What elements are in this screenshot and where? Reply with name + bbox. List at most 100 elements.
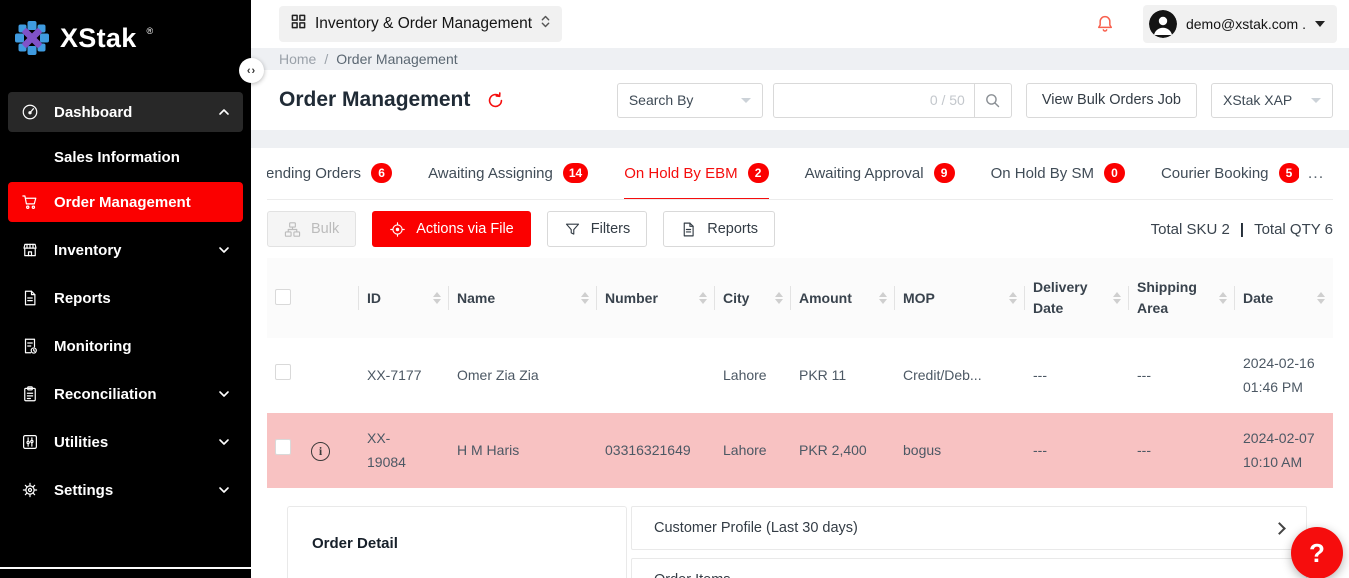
sidebar-item-sales-information[interactable]: Sales Information: [8, 140, 243, 174]
order-number: 03316321649: [597, 413, 715, 488]
order-row[interactable]: XX-7177 Omer Zia Zia Lahore PKR 11 Credi…: [267, 338, 1333, 413]
tab-count-badge: 14: [563, 163, 588, 183]
notification-bell-icon[interactable]: [1095, 13, 1115, 35]
detail-accordions: Customer Profile (Last 30 days) Order It…: [631, 506, 1307, 578]
chevron-down-icon: [218, 244, 230, 256]
select-all-checkbox[interactable]: [275, 289, 291, 305]
xap-select[interactable]: XStak XAP: [1211, 83, 1333, 118]
tab-label: Courier Booking: [1161, 165, 1269, 182]
sidebar-item-label: Monitoring: [54, 338, 131, 355]
user-menu[interactable]: demo@xstak.com .: [1143, 5, 1337, 43]
gear-icon: [21, 481, 39, 499]
order-amount: PKR 2,400: [791, 413, 895, 488]
breadcrumb-home[interactable]: Home: [279, 51, 316, 67]
sidebar-collapse-toggle[interactable]: ‹›: [239, 58, 264, 83]
column-header-delivery-date[interactable]: Delivery Date: [1025, 258, 1129, 338]
order-row-selected[interactable]: i XX-19084 H M Haris 03316321649 Lahore …: [267, 413, 1333, 488]
chevron-down-icon: [218, 484, 230, 496]
row-info-cell: [303, 338, 359, 413]
sidebar-item-reconciliation[interactable]: Reconciliation: [8, 374, 243, 414]
order-items-accordion[interactable]: Order Items: [631, 558, 1307, 578]
tab-on-hold-by-ebm[interactable]: On Hold By EBM 2: [624, 148, 768, 199]
order-amount: PKR 11: [791, 338, 895, 413]
column-header-city[interactable]: City: [715, 258, 791, 338]
total-qty: Total QTY 6: [1254, 221, 1333, 238]
tab-label: On Hold By EBM: [624, 165, 737, 182]
order-mop: Credit/Deb...: [895, 338, 1025, 413]
orders-table: ID Name Number City Amount MOP Delivery …: [267, 258, 1333, 488]
app-window: XStak ® Dashboard Sales Information: [0, 0, 1349, 578]
brand-name: XStak: [60, 20, 137, 56]
tab-count-badge: 9: [934, 163, 955, 183]
tab-on-hold-by-sm[interactable]: On Hold By SM 0: [991, 148, 1125, 199]
tab-courier-booking[interactable]: Courier Booking 5: [1161, 148, 1299, 199]
filters-label: Filters: [591, 221, 630, 237]
sidebar-item-label: Sales Information: [54, 149, 180, 166]
sidebar-item-settings[interactable]: Settings: [8, 470, 243, 510]
customer-profile-accordion[interactable]: Customer Profile (Last 30 days): [631, 506, 1307, 550]
order-search-input[interactable]: [783, 92, 930, 108]
order-id: XX-19084: [367, 427, 425, 473]
tab-label: Pending Orders: [267, 165, 361, 182]
sort-icon: [1009, 292, 1017, 304]
sidebar-item-label: Dashboard: [54, 104, 132, 121]
store-icon: [21, 241, 39, 259]
order-id: XX-7177: [367, 364, 421, 387]
column-header-amount[interactable]: Amount: [791, 258, 895, 338]
order-date: 2024-02-07 10:10 AM: [1235, 413, 1333, 488]
more-tabs-button[interactable]: ...: [1299, 148, 1333, 199]
column-header-number[interactable]: Number: [597, 258, 715, 338]
topbar: Inventory & Order Management demo@xst: [251, 0, 1349, 48]
help-button[interactable]: ?: [1291, 527, 1343, 578]
order-date: 2024-02-16 01:46 PM: [1235, 338, 1333, 413]
sidebar-item-order-management[interactable]: Order Management: [8, 182, 243, 222]
row-checkbox[interactable]: [275, 439, 291, 455]
sort-icon: [775, 292, 783, 304]
sort-icon: [1317, 292, 1325, 304]
refresh-icon[interactable]: [486, 91, 505, 110]
column-header-mop[interactable]: MOP: [895, 258, 1025, 338]
sidebar-item-inventory[interactable]: Inventory: [8, 230, 243, 270]
topbar-right: demo@xstak.com .: [1095, 5, 1337, 43]
sidebar-item-dashboard[interactable]: Dashboard: [8, 92, 243, 132]
search-by-select[interactable]: Search By: [617, 83, 763, 118]
chevron-right-icon: [1273, 522, 1286, 535]
order-shipping-area: ---: [1129, 413, 1235, 488]
chevron-down-icon: [218, 436, 230, 448]
sidebar-item-utilities[interactable]: Utilities: [8, 422, 243, 462]
page-title: Order Management: [279, 88, 470, 112]
sliders-icon: [21, 433, 39, 451]
app-selector[interactable]: Inventory & Order Management: [279, 6, 562, 42]
info-icon[interactable]: i: [311, 442, 330, 461]
order-shipping-area: ---: [1129, 338, 1235, 413]
column-header-date[interactable]: Date: [1235, 258, 1333, 338]
reports-button[interactable]: Reports: [663, 211, 775, 247]
actions-via-file-button[interactable]: Actions via File: [372, 211, 531, 247]
tab-count-badge: 0: [1104, 163, 1125, 183]
info-column-header: [303, 258, 359, 338]
view-bulk-orders-button[interactable]: View Bulk Orders Job: [1026, 83, 1197, 118]
order-search-field[interactable]: 0 / 50: [773, 83, 975, 118]
tab-pending-orders[interactable]: Pending Orders 6: [267, 148, 392, 199]
sidebar-item-reports[interactable]: Reports: [8, 278, 243, 318]
sidebar-nav: Dashboard Sales Information Order Manage…: [0, 92, 251, 510]
customer-profile-label: Customer Profile (Last 30 days): [654, 520, 858, 536]
sidebar-item-monitoring[interactable]: Monitoring: [8, 326, 243, 366]
tab-awaiting-approval[interactable]: Awaiting Approval 9: [805, 148, 955, 199]
grid-icon: [291, 14, 306, 34]
order-name: Omer Zia Zia: [449, 338, 597, 413]
breadcrumb-separator: /: [324, 51, 328, 67]
filters-button[interactable]: Filters: [547, 211, 647, 247]
bulk-button[interactable]: Bulk: [267, 211, 356, 247]
search-button[interactable]: [975, 83, 1012, 118]
column-header-name[interactable]: Name: [449, 258, 597, 338]
chevron-down-icon: [1273, 574, 1286, 578]
order-city: Lahore: [715, 413, 791, 488]
registered-mark: ®: [147, 20, 154, 42]
tab-label: On Hold By SM: [991, 165, 1094, 182]
tab-awaiting-assigning[interactable]: Awaiting Assigning 14: [428, 148, 588, 199]
tabs-strip: Pending Orders 6 Awaiting Assigning 14 O…: [267, 148, 1299, 199]
column-header-id[interactable]: ID: [359, 258, 449, 338]
column-header-shipping-area[interactable]: Shipping Area: [1129, 258, 1235, 338]
row-checkbox[interactable]: [275, 364, 291, 380]
